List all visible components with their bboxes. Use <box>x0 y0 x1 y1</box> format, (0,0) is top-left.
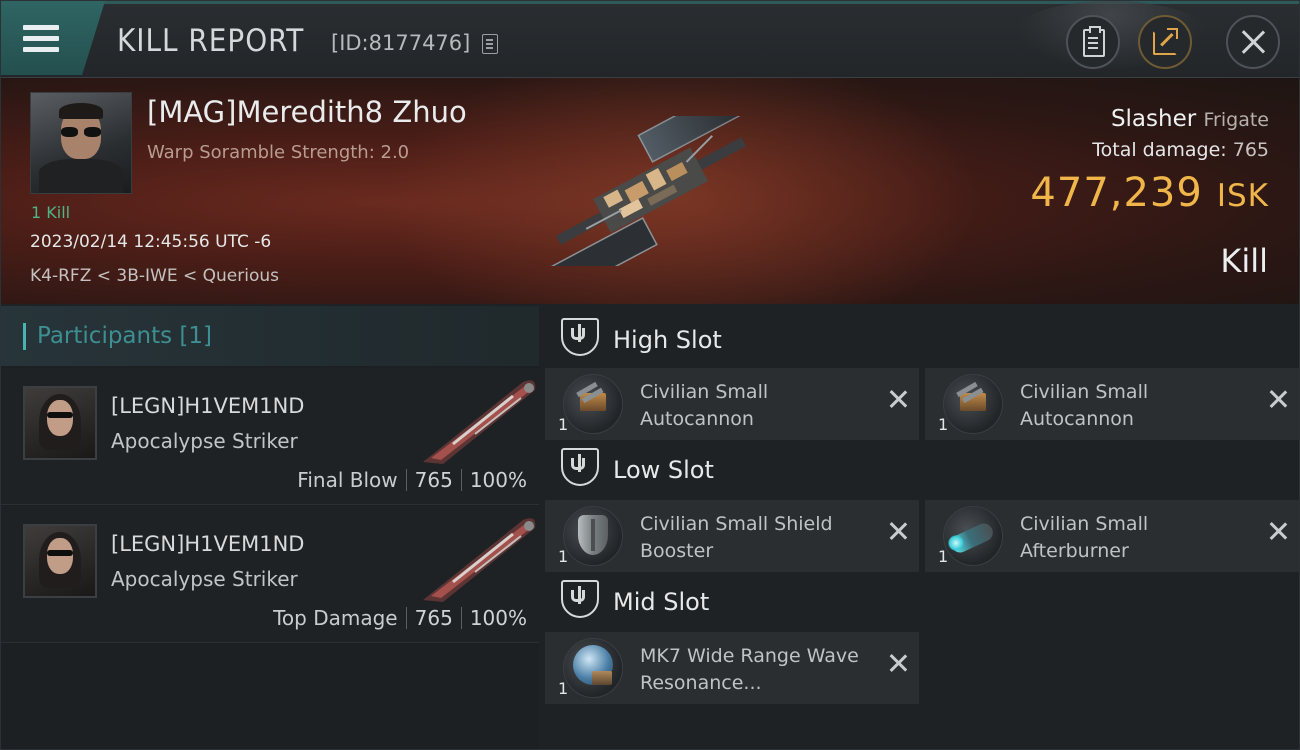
module-item[interactable]: 1 Civilian Small Shield Booster <box>545 500 919 572</box>
clipboard-button[interactable] <box>1066 15 1120 69</box>
module-quantity: 1 <box>938 547 949 566</box>
participant-portrait[interactable] <box>23 524 97 598</box>
remove-icon[interactable] <box>887 520 909 542</box>
participant-stats: Final Blow 765 100% <box>297 468 527 492</box>
participant-row[interactable]: [LEGN]H1VEM1ND Apocalypse Striker Top Da… <box>1 506 539 643</box>
participants-heading: Participants [1] <box>37 323 212 349</box>
participant-ship: Apocalypse Striker <box>111 567 298 591</box>
mid-slot-header: Mid Slot <box>541 568 1299 630</box>
header-bar: KILL REPORT [ID:8177476] <box>1 1 1299 78</box>
participant-ship-image <box>423 518 536 602</box>
module-item[interactable]: 1 Civilian Small Afterburner <box>925 500 1299 572</box>
kill-report-window: KILL REPORT [ID:8177476] [MAG]Meredith8 … <box>0 0 1300 750</box>
low-slot-header: Low Slot <box>541 436 1299 498</box>
participant-damage: 765 <box>414 468 453 492</box>
isk-value: 477,239 ISK <box>1030 170 1269 216</box>
participant-role: Top Damage <box>273 606 398 630</box>
ship-name: Slasher <box>1110 106 1197 132</box>
slot-shield-icon <box>561 318 599 356</box>
share-button[interactable] <box>1138 15 1192 69</box>
kill-datetime: 2023/02/14 12:45:56 UTC -6 <box>30 232 272 252</box>
shield-booster-icon <box>563 506 623 566</box>
victim-portrait[interactable] <box>30 92 132 194</box>
victim-ship-name[interactable]: Slasher Frigate <box>1111 106 1269 132</box>
remove-icon[interactable] <box>1267 388 1289 410</box>
participant-row[interactable]: [LEGN]H1VEM1ND Apocalypse Striker Final … <box>1 368 539 505</box>
menu-button[interactable] <box>1 1 105 75</box>
module-name: Civilian Small Autocannon <box>640 381 769 430</box>
participant-percent: 100% <box>469 468 527 492</box>
module-quantity: 1 <box>558 547 569 566</box>
remove-icon[interactable] <box>1267 520 1289 542</box>
participants-accent-bar <box>23 323 26 350</box>
isk-unit: ISK <box>1216 178 1269 214</box>
hamburger-icon <box>23 25 59 58</box>
mid-slot-label: Mid Slot <box>613 588 710 616</box>
module-name: Civilian Small Afterburner <box>1020 513 1149 562</box>
participant-role: Final Blow <box>297 468 398 492</box>
report-id: [ID:8177476] <box>331 31 471 55</box>
afterburner-icon <box>943 506 1003 566</box>
module-name: MK7 Wide Range Wave Resonance... <box>640 645 859 694</box>
isk-amount: 477,239 <box>1030 170 1203 216</box>
module-name: Civilian Small Shield Booster <box>640 513 833 562</box>
module-item[interactable]: 1 Civilian Small Autocannon <box>545 368 919 440</box>
low-slot-label: Low Slot <box>613 456 714 484</box>
module-item[interactable]: 1 MK7 Wide Range Wave Resonance... <box>545 632 919 704</box>
autocannon-icon <box>943 374 1003 434</box>
slot-shield-icon <box>561 448 599 486</box>
total-damage: Total damage: 765 <box>1092 139 1269 161</box>
slot-shield-icon <box>561 580 599 618</box>
ship-class: Frigate <box>1203 109 1269 131</box>
module-quantity: 1 <box>558 679 569 698</box>
wave-resonance-icon <box>563 638 623 698</box>
kill-location[interactable]: K4-RFZ < 3B-IWE < Querious <box>30 266 279 286</box>
participant-portrait[interactable] <box>23 386 97 460</box>
participant-stats: Top Damage 765 100% <box>273 606 527 630</box>
participant-percent: 100% <box>469 606 527 630</box>
participant-damage: 765 <box>414 606 453 630</box>
victim-ship-image <box>549 116 751 266</box>
remove-icon[interactable] <box>887 652 909 674</box>
share-icon <box>1153 28 1178 55</box>
module-quantity: 1 <box>558 415 569 434</box>
high-slot-header: High Slot <box>541 306 1299 368</box>
participant-name: [LEGN]H1VEM1ND <box>111 394 305 418</box>
remove-icon[interactable] <box>887 388 909 410</box>
close-icon <box>1238 27 1268 57</box>
participant-name: [LEGN]H1VEM1ND <box>111 532 305 556</box>
module-item[interactable]: 1 Civilian Small Autocannon <box>925 368 1299 440</box>
clipboard-icon <box>1083 26 1105 57</box>
close-button[interactable] <box>1226 15 1280 69</box>
fitting-panel: High Slot 1 Civilian Small Autocannon 1 … <box>541 306 1299 749</box>
high-slot-label: High Slot <box>613 326 722 354</box>
autocannon-icon <box>563 374 623 434</box>
victim-subtitle: Warp Soramble Strength: 2.0 <box>147 142 410 163</box>
kill-result: Kill <box>1220 242 1268 280</box>
copy-id-icon[interactable] <box>482 34 498 54</box>
participants-header: Participants [1] <box>1 306 539 366</box>
module-name: Civilian Small Autocannon <box>1020 381 1149 430</box>
participants-panel: Participants [1] [LEGN]H1VEM1ND Apocalyp… <box>1 306 539 749</box>
victim-banner: [MAG]Meredith8 Zhuo Warp Soramble Streng… <box>1 78 1299 304</box>
page-title: KILL REPORT <box>117 23 305 59</box>
total-damage-label: Total damage: <box>1092 139 1227 161</box>
kill-count: 1 Kill <box>31 203 71 222</box>
victim-name[interactable]: [MAG]Meredith8 Zhuo <box>147 95 467 129</box>
participant-ship: Apocalypse Striker <box>111 429 298 453</box>
participant-ship-image <box>423 380 536 464</box>
module-quantity: 1 <box>938 415 949 434</box>
total-damage-value: 765 <box>1232 139 1269 161</box>
